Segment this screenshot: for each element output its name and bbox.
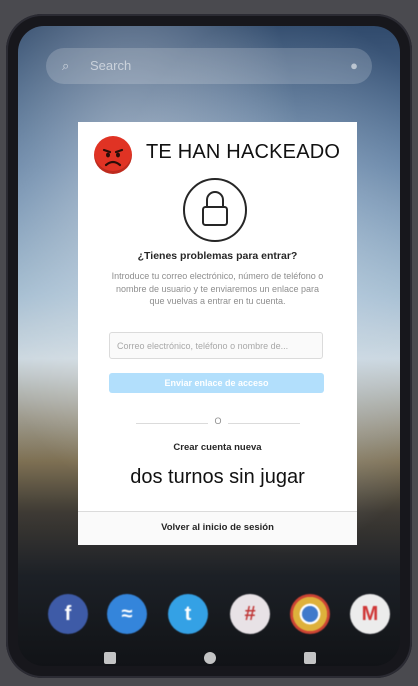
angry-face-icon <box>94 136 132 174</box>
recovery-card: TE HAN HACKEADO ¿Tienes problemas para e… <box>78 122 357 545</box>
overlay-message: dos turnos sin jugar <box>130 466 305 488</box>
app-dock: f ≈ t # M <box>18 594 400 644</box>
lock-icon <box>182 177 248 243</box>
facebook-icon[interactable]: f <box>48 594 88 634</box>
back-to-login-link[interactable]: Volver al inicio de sesión <box>78 511 357 545</box>
divider-line-left <box>136 423 208 424</box>
gmail-icon[interactable]: M <box>350 594 390 634</box>
divider-line-right <box>228 423 300 424</box>
messenger-icon[interactable]: ≈ <box>107 594 147 634</box>
hack-alert-header: TE HAN HACKEADO <box>94 134 344 174</box>
recents-nav-icon[interactable] <box>304 652 316 664</box>
back-nav-icon[interactable] <box>104 652 116 664</box>
search-bar[interactable]: ⌕ Search ● <box>46 48 372 84</box>
twitter-icon[interactable]: t <box>168 594 208 634</box>
hack-alert-title: TE HAN HACKEADO <box>146 141 341 163</box>
home-nav-icon[interactable] <box>204 652 216 664</box>
account-identifier-input[interactable]: Correo electrónico, teléfono o nombre de… <box>109 332 323 359</box>
send-login-link-button[interactable]: Enviar enlace de acceso <box>109 373 324 393</box>
search-placeholder: Search <box>90 58 132 73</box>
trouble-heading: ¿Tienes problemas para entrar? <box>137 250 298 262</box>
chrome-icon[interactable] <box>290 594 330 634</box>
search-icon: ⌕ <box>62 58 70 73</box>
nav-bar <box>18 652 400 666</box>
slack-icon[interactable]: # <box>230 594 270 634</box>
recovery-description: Introduce tu correo electrónico, número … <box>111 271 324 306</box>
or-label: O <box>214 416 222 426</box>
mic-icon[interactable]: ● <box>350 48 358 84</box>
or-divider: O <box>78 416 357 430</box>
create-account-link[interactable]: Crear cuenta nueva <box>78 442 357 453</box>
